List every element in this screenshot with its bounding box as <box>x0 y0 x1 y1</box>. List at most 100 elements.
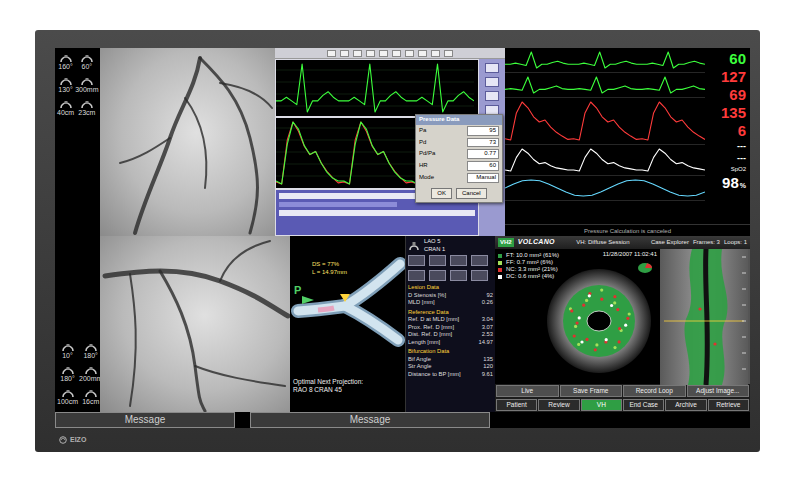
pie-chart-icon <box>638 263 652 273</box>
toolbar-button[interactable] <box>340 50 349 57</box>
reading-value: 60 <box>729 50 746 67</box>
dialog-buttons: OK Cancel <box>416 184 502 199</box>
field-value[interactable]: Manual <box>467 173 499 183</box>
toolbar-button[interactable] <box>379 50 388 57</box>
geometry-group: 160°60°130°300mm40cm23cm <box>57 54 98 117</box>
ivus-tab[interactable]: Retrieve <box>708 399 749 411</box>
row-value: 92 <box>487 292 493 300</box>
sidebar-button[interactable] <box>485 91 499 101</box>
waveform-chart <box>505 176 705 200</box>
case-explorer-item[interactable]: Case Explorer <box>651 238 689 247</box>
angiogram-image <box>100 236 290 412</box>
dialog-row: Pd/Pa0.77 <box>416 148 502 160</box>
waveform-row <box>505 176 705 201</box>
legend-item: FT: 10.0 mm² (61%) <box>498 252 559 259</box>
tool-button[interactable] <box>450 270 467 281</box>
vital-reading: 69 <box>729 87 746 103</box>
tool-button[interactable] <box>408 255 425 266</box>
toolbar-button[interactable] <box>405 50 414 57</box>
c-arm-icon <box>61 366 75 375</box>
brand-logo: VOLCANO <box>518 237 555 248</box>
c-arm-icon <box>84 343 98 352</box>
ivus-tab[interactable]: Review <box>538 399 579 411</box>
tool-button[interactable] <box>471 270 488 281</box>
action-button[interactable]: Adjust Image... <box>687 385 750 397</box>
vital-reading: 98% <box>722 175 746 194</box>
tab-label: Archive <box>675 401 697 408</box>
proximal-marker: P <box>294 284 301 296</box>
geometry-value: 180° <box>60 375 74 383</box>
reading-value: 135 <box>721 104 746 121</box>
tool-button[interactable] <box>429 255 446 266</box>
field-label: Pa <box>419 127 426 135</box>
row-label: Prox. Ref. D [mm] <box>408 324 454 332</box>
geometry-readout: 23cm <box>75 100 98 117</box>
row-label: MLD [mm] <box>408 299 435 307</box>
row-label: Distance to BP [mm] <box>408 371 461 379</box>
row-label: Length [mm] <box>408 339 440 347</box>
proximal-arrow-icon <box>302 296 314 304</box>
c-arm-icon <box>59 54 73 63</box>
c-arm-icon <box>80 54 94 63</box>
case-explorer-item: Frames: 3 <box>693 238 720 247</box>
vital-reading: --- <box>737 141 746 151</box>
tool-button[interactable] <box>450 255 467 266</box>
vessel-model: PDS = 77%L = 14.97mm <box>290 236 405 376</box>
c-arm-icon <box>80 77 94 86</box>
tissue-spots <box>570 292 629 352</box>
legend-text: NC: 3.3 mm² (21%) <box>506 266 558 273</box>
ivus-tab[interactable]: Archive <box>665 399 706 411</box>
sidebar-button[interactable] <box>485 63 499 73</box>
c-arm-icon <box>61 389 75 398</box>
dialog-button[interactable]: Cancel <box>456 188 487 199</box>
field-value[interactable]: 0.77 <box>467 149 499 159</box>
ivus-tab[interactable]: End Case <box>623 399 664 411</box>
summary-bar <box>279 202 397 207</box>
angiogram-picture <box>100 48 275 236</box>
toolbar-button[interactable] <box>418 50 427 57</box>
waveform-chart <box>505 73 705 97</box>
row-value: 0.26 <box>482 299 493 307</box>
data-row: Length [mm] 14.97 <box>408 339 493 347</box>
action-button[interactable]: Save Frame <box>560 385 623 397</box>
vital-reading: --- <box>737 153 746 163</box>
field-value[interactable]: 73 <box>467 138 499 148</box>
row-value: 14.97 <box>478 339 493 347</box>
geometry-readout: 10° <box>57 343 78 360</box>
toolbar-button[interactable] <box>431 50 440 57</box>
field-value[interactable]: 60 <box>467 161 499 171</box>
ivus-tab[interactable]: Patient <box>496 399 537 411</box>
toolbar-button[interactable] <box>353 50 362 57</box>
cross-section-view: FT: 10.0 mm² (61%)FF: 0.7 mm² (6%)NC: 3.… <box>495 249 660 384</box>
tool-button[interactable] <box>408 270 425 281</box>
geometry-readout: 200mm <box>79 366 102 383</box>
toolbar-button[interactable] <box>327 50 336 57</box>
c-arm-icon <box>59 100 73 109</box>
tool-button[interactable] <box>429 270 446 281</box>
toolbar-button[interactable] <box>444 50 453 57</box>
toolbar-button[interactable] <box>392 50 401 57</box>
c-arm-icon <box>61 343 75 352</box>
bezel-footer: EIZO <box>55 428 750 452</box>
ivus-tab[interactable]: VH <box>581 399 622 411</box>
section-title: Bifurcation Data <box>408 348 493 356</box>
tab-label: Retrieve <box>716 401 740 408</box>
top-row: Pressure DataPa95Pd73Pd/Pa0.77HR60ModeMa… <box>100 48 750 236</box>
toolbar-button[interactable] <box>366 50 375 57</box>
mode-tag: VH2 <box>498 238 514 247</box>
geometry-group: 10°180°180°200mm100cm16cm <box>57 343 98 406</box>
message-box: Message <box>55 412 235 428</box>
sidebar-button[interactable] <box>485 77 499 87</box>
tab-label: Review <box>548 401 569 408</box>
data-row: Prox. Ref. D [mm]3.07 <box>408 324 493 332</box>
dialog-button[interactable]: OK <box>431 188 452 199</box>
legend-text: FF: 0.7 mm² (6%) <box>506 259 553 266</box>
bifurcation-cone-icon <box>340 294 350 302</box>
action-button[interactable]: Live <box>496 385 559 397</box>
dialog-title: Pressure Data <box>416 115 502 125</box>
row-value: 3.04 <box>482 316 493 324</box>
tool-button[interactable] <box>471 255 488 266</box>
field-value[interactable]: 95 <box>467 126 499 136</box>
action-button[interactable]: Record Loop <box>623 385 686 397</box>
row-label: Bif Angle <box>408 356 431 364</box>
